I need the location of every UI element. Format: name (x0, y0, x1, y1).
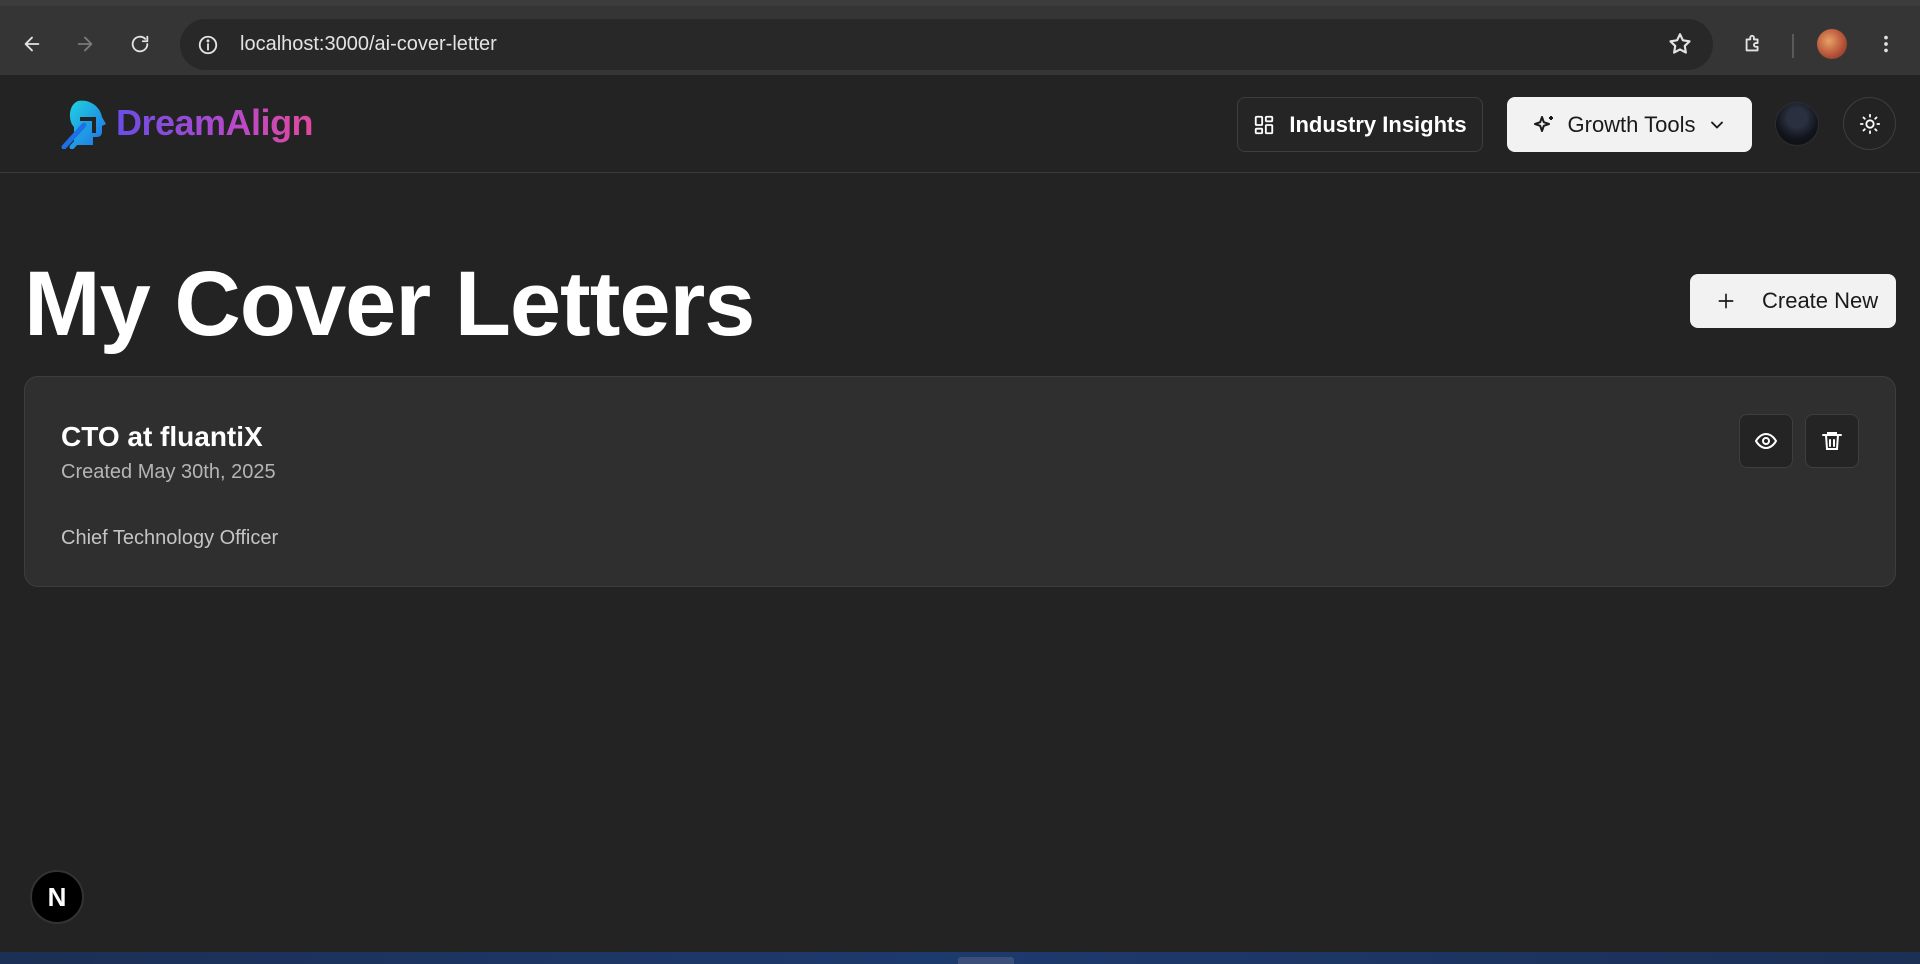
back-button[interactable] (14, 26, 50, 62)
delete-button[interactable] (1805, 414, 1859, 468)
growth-tools-label: Growth Tools (1567, 111, 1696, 137)
page-title: My Cover Letters (24, 253, 755, 355)
sparkles-icon (1533, 115, 1553, 132)
reload-button[interactable] (122, 26, 158, 62)
sun-icon (1859, 113, 1880, 134)
user-avatar[interactable] (1775, 102, 1819, 146)
reload-icon (131, 35, 149, 53)
forward-button[interactable] (67, 26, 103, 62)
eye-icon (1754, 432, 1778, 450)
industry-insights-label: Industry Insights (1289, 111, 1467, 137)
create-new-button[interactable]: Create New (1690, 274, 1896, 328)
browser-toolbar: localhost:3000/ai-cover-letter (0, 6, 1920, 75)
trash-icon (1822, 432, 1842, 450)
brand-name: DreamAlign (116, 102, 314, 143)
browser-menu-button[interactable] (1868, 26, 1904, 62)
nextjs-dev-badge[interactable]: N (30, 870, 84, 924)
browser-profile-avatar[interactable] (1817, 29, 1847, 59)
view-button[interactable] (1739, 414, 1793, 468)
cover-letter-date: Created May 30th, 2025 (61, 461, 276, 483)
bookmark-star-icon[interactable] (1667, 31, 1693, 62)
industry-insights-button[interactable]: Industry Insights (1237, 97, 1483, 152)
plus-icon (1718, 293, 1734, 309)
site-info-icon[interactable] (192, 29, 224, 61)
dashboard-grid-icon (1255, 115, 1274, 134)
extensions-button[interactable] (1735, 26, 1771, 62)
more-vertical-icon (1884, 35, 1888, 53)
url-text: localhost:3000/ai-cover-letter (240, 33, 497, 55)
growth-tools-dropdown[interactable]: Growth Tools (1507, 97, 1752, 152)
puzzle-icon (1745, 34, 1759, 52)
arrow-right-icon (77, 36, 93, 52)
toolbar-divider (1792, 34, 1794, 58)
brand-logo[interactable]: DreamAlign (60, 97, 314, 149)
theme-toggle-button[interactable] (1843, 97, 1896, 150)
cover-letter-description: Chief Technology Officer (61, 527, 279, 549)
taskbar-active-item[interactable] (958, 957, 1014, 964)
chevron-down-icon (1711, 121, 1724, 129)
create-new-label: Create New (1762, 288, 1879, 313)
app-header: DreamAlign Industry Insights Growth Tool… (0, 75, 1920, 173)
logo-head-icon (61, 100, 106, 149)
address-bar[interactable]: localhost:3000/ai-cover-letter (180, 19, 1713, 70)
cover-letter-card[interactable]: CTO at fluantiX Created May 30th, 2025 C… (24, 376, 1896, 587)
arrow-left-icon (24, 36, 40, 52)
cover-letter-title: CTO at fluantiX (61, 421, 263, 452)
